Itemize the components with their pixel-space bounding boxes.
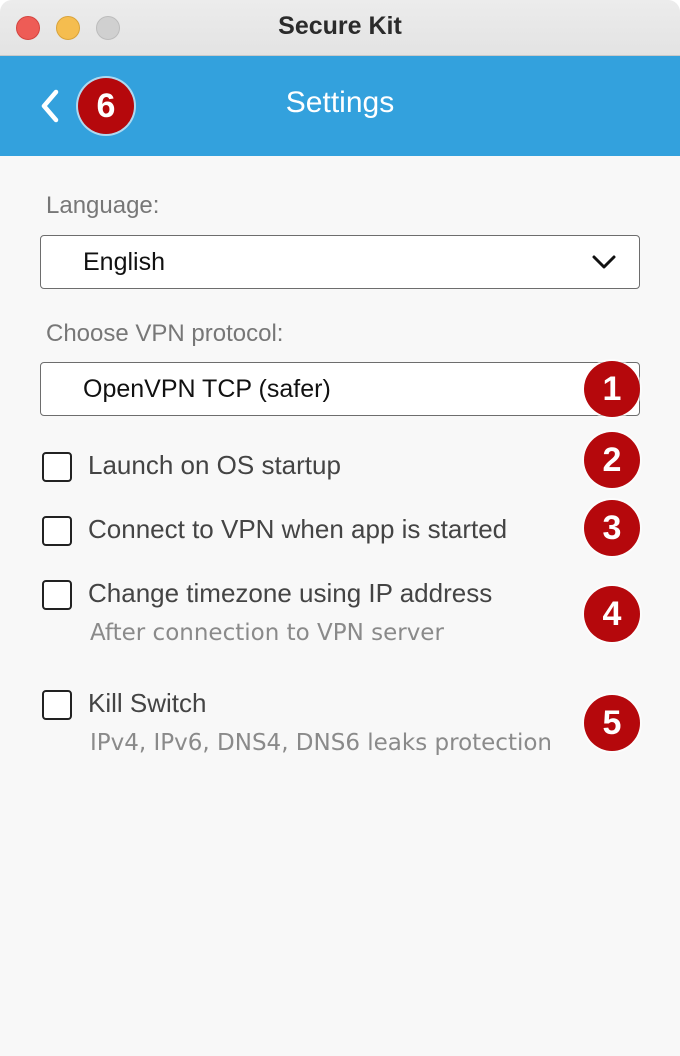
connect-on-start-option[interactable]: Connect to VPN when app is started: [42, 514, 582, 550]
change-timezone-checkbox[interactable]: [42, 580, 72, 610]
change-timezone-option[interactable]: Change timezone using IP address After c…: [42, 578, 582, 652]
connect-on-start-checkbox[interactable]: [42, 516, 72, 546]
window-title: Secure Kit: [278, 12, 402, 40]
app-window: Secure Kit Settings 6 Language: English …: [0, 0, 680, 1056]
kill-switch-label: Kill Switch: [88, 688, 207, 718]
annotation-badge-protocol: 1: [584, 361, 640, 417]
annotation-badge-back: 6: [78, 78, 134, 134]
title-bar: Secure Kit: [0, 0, 680, 56]
connect-on-start-label: Connect to VPN when app is started: [88, 514, 508, 544]
launch-on-startup-checkbox[interactable]: [42, 452, 72, 482]
chevron-down-icon: [592, 255, 616, 269]
launch-on-startup-label: Launch on OS startup: [88, 450, 341, 480]
annotation-badge-timezone: 4: [584, 586, 640, 642]
kill-switch-description: IPv4, IPv6, DNS4, DNS6 leaks protection: [90, 730, 553, 756]
kill-switch-checkbox[interactable]: [42, 690, 72, 720]
annotation-badge-killswitch: 5: [584, 695, 640, 751]
protocol-label: Choose VPN protocol:: [46, 320, 284, 347]
language-select[interactable]: English: [40, 235, 640, 289]
protocol-select[interactable]: OpenVPN TCP (safer): [40, 362, 640, 416]
annotation-badge-startup: 2: [584, 432, 640, 488]
change-timezone-description: After connection to VPN server: [90, 620, 444, 646]
protocol-select-value: OpenVPN TCP (safer): [83, 375, 331, 403]
change-timezone-label: Change timezone using IP address: [88, 578, 493, 608]
launch-on-startup-option[interactable]: Launch on OS startup: [42, 450, 582, 486]
kill-switch-option[interactable]: Kill Switch IPv4, IPv6, DNS4, DNS6 leaks…: [42, 688, 582, 762]
annotation-badge-connect: 3: [584, 500, 640, 556]
language-label: Language:: [46, 192, 160, 219]
language-select-value: English: [83, 248, 165, 276]
